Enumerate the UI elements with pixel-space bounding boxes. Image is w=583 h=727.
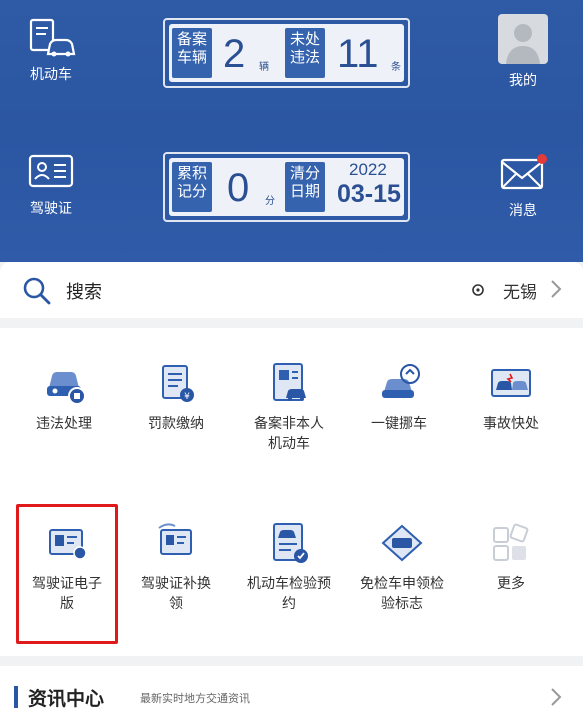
service-fine-payment[interactable]: ¥ 罚款缴纳 [121,360,231,434]
inspection-booking-icon [266,520,312,566]
service-accident[interactable]: 事故快处 [456,360,566,434]
news-title: 资讯中心 [28,688,105,710]
violations-unit: 条 [391,62,401,73]
license-label: 驾驶证 [30,201,72,217]
service-more[interactable]: 更多 [456,520,566,594]
registered-vehicles-tag-text: 备案车辆 [176,30,207,66]
accumulated-points-tag: 累积记分 [172,162,212,212]
highlight-box [16,504,118,644]
header: 机动车 驾驶证 备案车辆 2 辆 未处违法 11 条 累积记分 0 分 清分日期… [0,0,583,262]
service-label: 免检车申领检验标志 [360,576,444,612]
registered-vehicles-count: 2 [223,32,246,76]
vehicles-unit: 辆 [259,62,269,73]
search-placeholder: 搜索 [66,282,102,303]
vehicle-summary-panel[interactable]: 备案车辆 2 辆 未处违法 11 条 [163,18,410,88]
svg-text:¥: ¥ [184,392,190,402]
points-summary-panel[interactable]: 累积记分 0 分 清分日期 2022 03-15 [163,152,410,222]
mail-icon [478,152,568,194]
car-violation-icon [41,360,87,406]
service-inspection-booking[interactable]: 机动车检验预约 [233,520,345,614]
service-label: 罚款缴纳 [148,416,204,432]
more-icon [488,520,534,566]
news-subtitle: 最新实时地方交通资讯 [140,692,250,705]
clear-date-tag: 清分日期 [285,162,325,212]
profile-label: 我的 [509,73,537,89]
chevron-right-icon[interactable] [549,686,563,712]
service-exempt-sticker[interactable]: 免检车申领检验标志 [344,520,460,614]
service-label: 事故快处 [483,416,539,432]
service-label: 机动车检验预约 [247,576,331,612]
service-label: 驾驶证补换领 [141,576,211,612]
service-label: 一键挪车 [371,416,427,432]
exempt-sticker-icon [379,520,425,566]
service-license-renew[interactable]: 驾驶证补换领 [121,520,231,614]
accumulated-points-count: 0 [227,166,250,210]
vehicle-icon [6,16,96,58]
service-label: 违法处理 [36,416,92,432]
license-button[interactable]: 驾驶证 [6,152,96,218]
vehicle-button[interactable]: 机动车 [6,16,96,84]
registered-vehicles-tag: 备案车辆 [172,28,212,78]
service-label: 备案非本人机动车 [254,416,324,452]
fine-payment-icon: ¥ [153,360,199,406]
accident-icon [488,360,534,406]
messages-label: 消息 [509,203,537,219]
news-center-bar[interactable]: 资讯中心 最新实时地方交通资讯 [0,666,583,727]
license-renew-icon [153,520,199,566]
clear-date-day: 03-15 [337,180,401,208]
city-selector[interactable]: 无锡 [503,278,537,303]
search-bar[interactable]: 搜索 无锡 [0,262,583,318]
register-vehicle-icon [266,360,312,406]
profile-button[interactable]: 我的 [478,14,568,90]
service-label: 更多 [497,576,525,592]
clear-date-tag-text: 清分日期 [289,164,320,200]
section-accent [14,686,18,708]
vehicle-label: 机动车 [30,67,72,83]
clear-date-year: 2022 [349,160,387,179]
location-icon [471,282,485,301]
pending-violations-tag: 未处违法 [285,28,325,78]
service-move-car[interactable]: 一键挪车 [344,360,454,434]
move-car-icon [376,360,422,406]
search-icon [22,276,52,310]
chevron-right-icon[interactable] [549,278,563,304]
service-register-vehicle[interactable]: 备案非本人机动车 [233,360,345,454]
license-card-icon [6,152,96,192]
messages-button[interactable]: 消息 [478,152,568,220]
unread-dot [537,154,547,164]
service-violation[interactable]: 违法处理 [9,360,119,434]
pending-violations-count: 11 [337,32,379,76]
avatar [478,14,568,64]
accumulated-points-tag-text: 累积记分 [176,164,207,200]
pending-violations-tag-text: 未处违法 [289,30,320,66]
points-unit: 分 [265,196,275,207]
